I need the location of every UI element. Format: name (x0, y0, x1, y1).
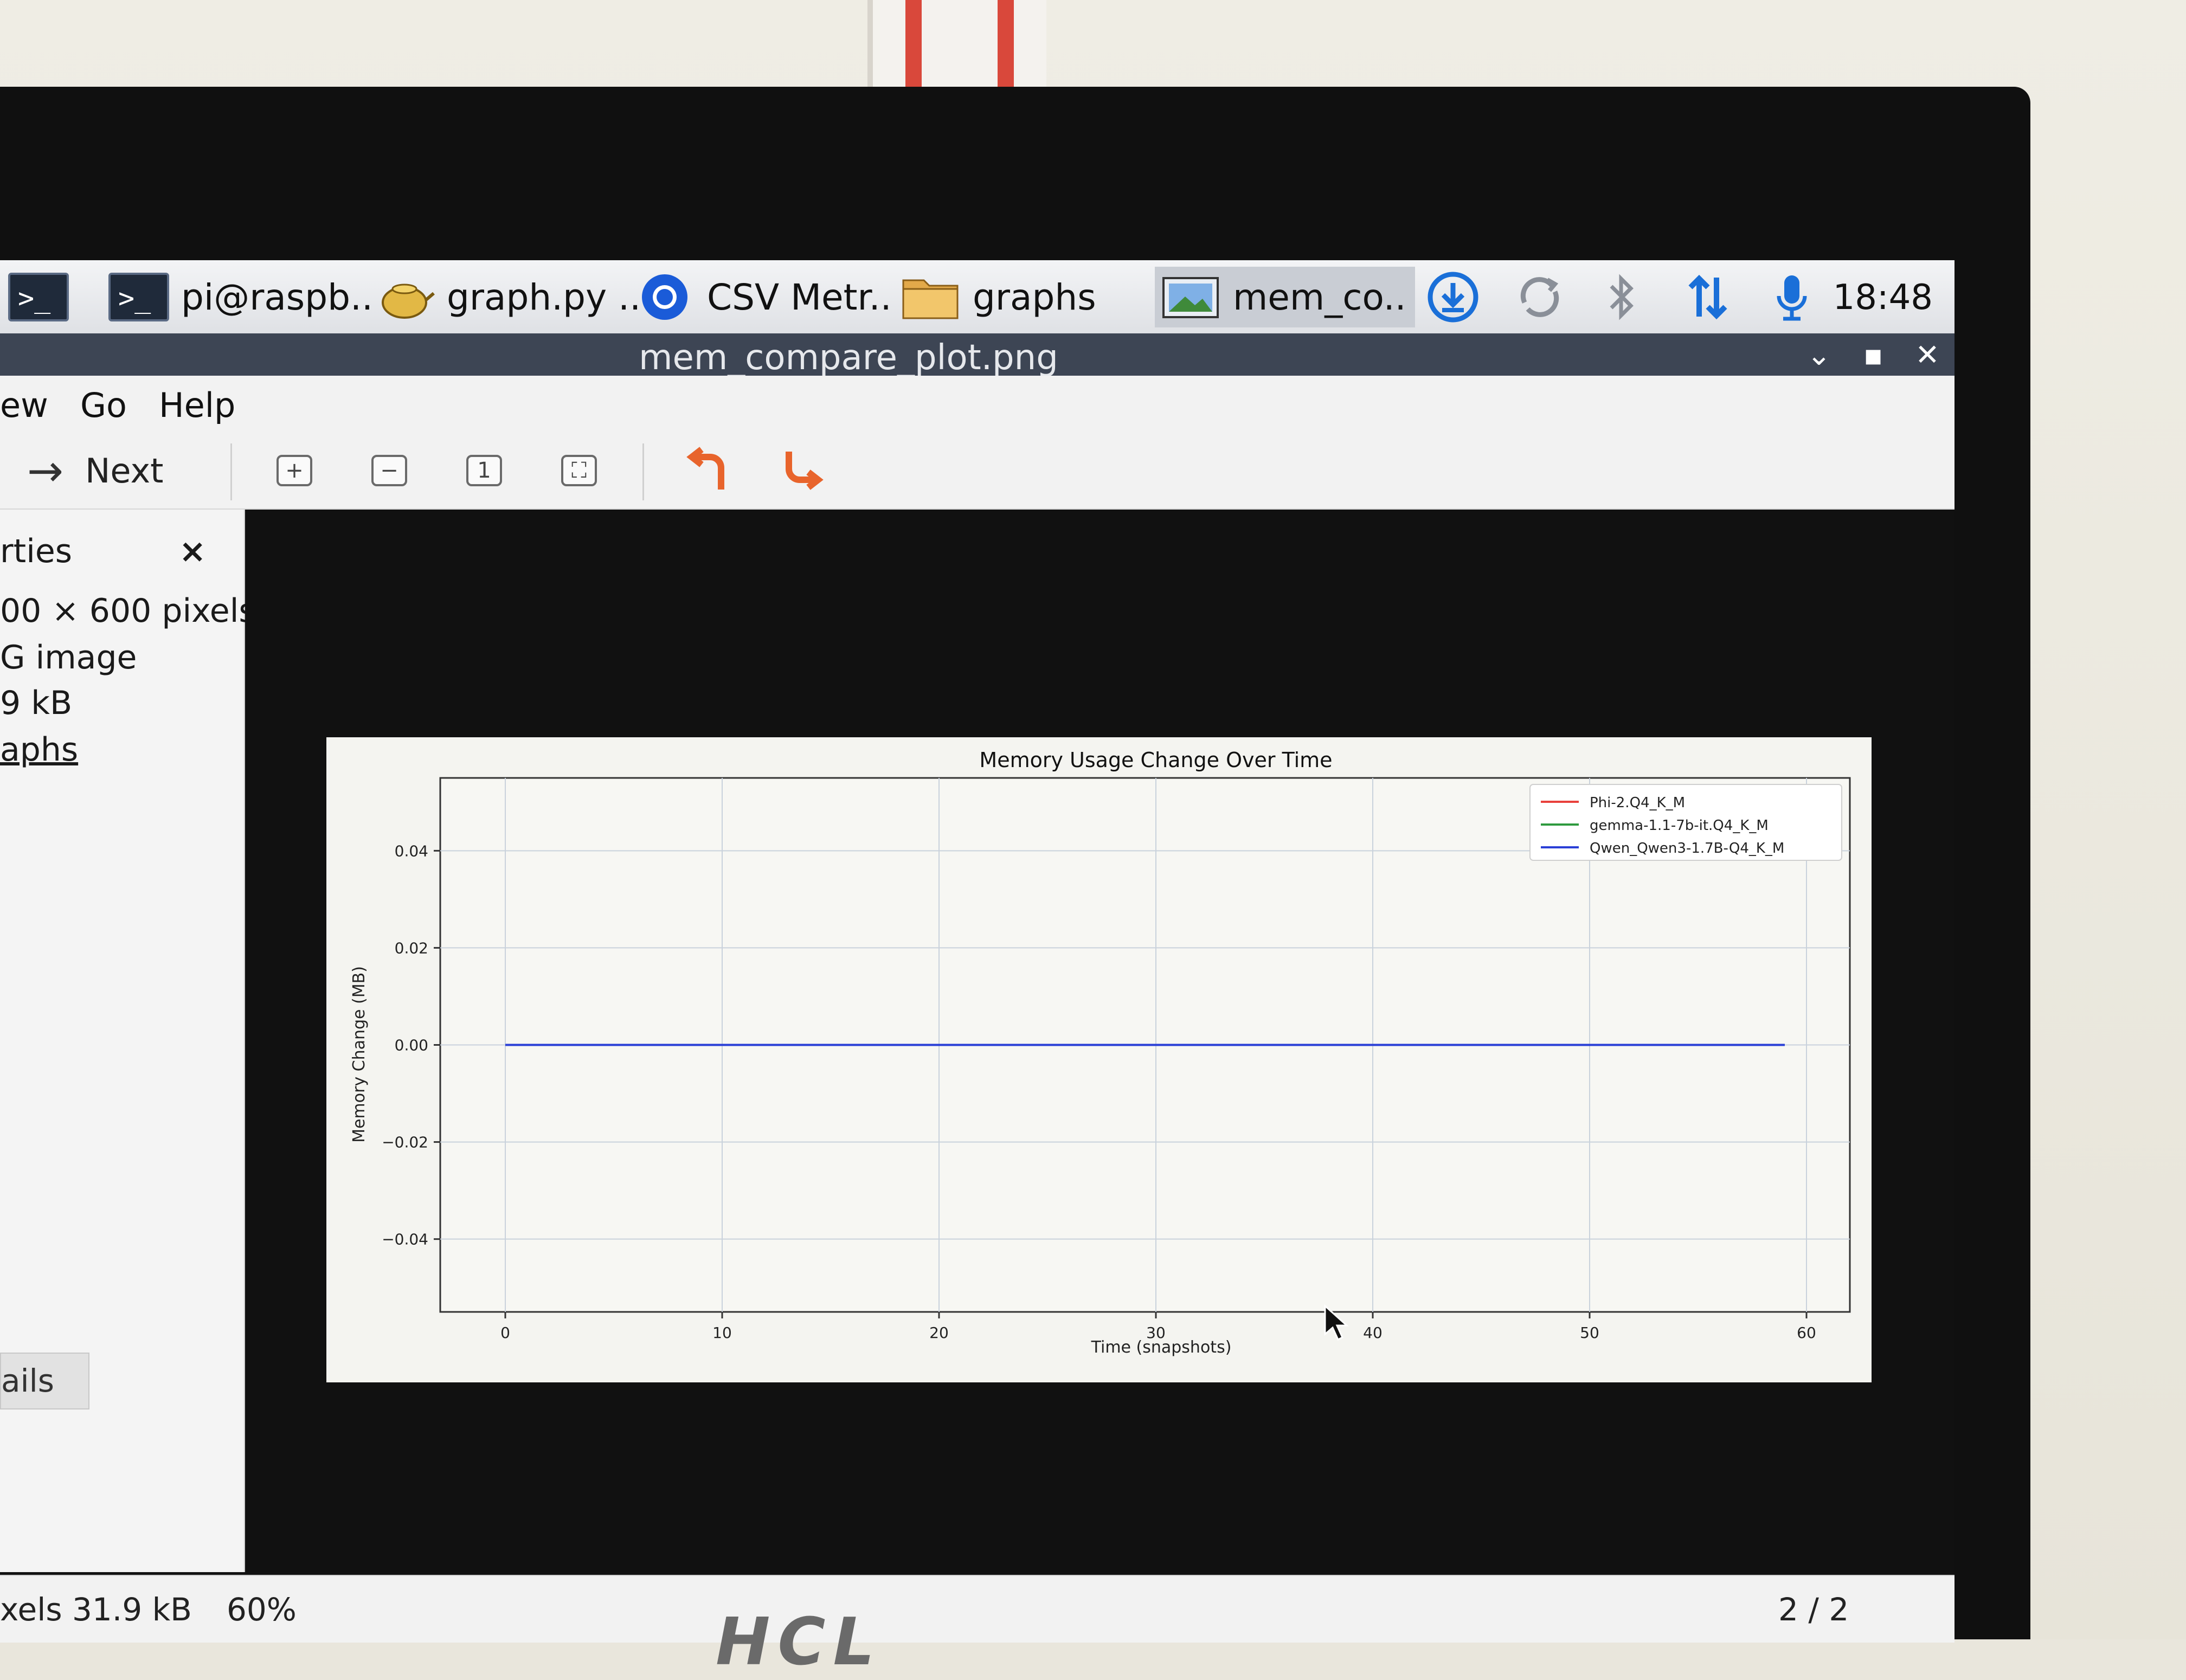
network-icon[interactable] (1678, 270, 1738, 324)
folder-link[interactable]: aphs (0, 731, 78, 769)
image-type: G image (0, 639, 137, 677)
y-tick-label: 0.00 (395, 1037, 428, 1054)
rotate-right-button[interactable] (778, 449, 827, 492)
plot-image: Memory Usage Change Over Time Memory Cha… (326, 737, 1872, 1382)
monitor-brand-logo: HCL (716, 1605, 882, 1680)
task-label: graphs (973, 276, 1096, 318)
task-label: graph.py .. (447, 276, 641, 318)
taskbar-graphs-folder[interactable]: graphs (900, 267, 1096, 327)
legend-label: gemma-1.1-7b-it.Q4_K_M (1590, 818, 1769, 834)
x-tick-label: 40 (1363, 1324, 1383, 1342)
taskbar-terminal-2[interactable]: >_ pi@raspb.. (108, 267, 373, 327)
sidebar-close-icon[interactable]: × (179, 532, 206, 570)
sidebar-header: rties (0, 532, 73, 570)
rotate-left-button[interactable] (683, 447, 732, 492)
details-button[interactable]: ails (0, 1353, 89, 1409)
folder-icon (900, 273, 961, 321)
image-size: 9 kB (0, 684, 73, 722)
task-label: CSV Metr.. (707, 276, 892, 318)
best-fit-icon: ⛶ (561, 455, 597, 486)
window-title: mem_compare_plot.png (639, 338, 1058, 378)
chart-title: Memory Usage Change Over Time (979, 748, 1332, 772)
terminal-icon: >_ (8, 273, 69, 321)
zoom-out-button[interactable]: − (371, 449, 407, 492)
x-tick-label: 60 (1797, 1324, 1816, 1342)
x-tick-label: 50 (1580, 1324, 1599, 1342)
menu-help[interactable]: Help (159, 385, 235, 425)
legend-label: Qwen_Qwen3-1.7B-Q4_K_M (1590, 840, 1784, 857)
task-label: mem_co.. (1233, 276, 1406, 318)
properties-sidebar: rties × 00 × 600 pixels G image 9 kB aph… (0, 510, 256, 1572)
y-axis-label: Memory Change (MB) (350, 966, 369, 1143)
update-icon[interactable] (1423, 270, 1483, 324)
menu-go[interactable]: Go (80, 385, 127, 425)
status-position: 2 / 2 (1778, 1591, 1849, 1628)
task-label: pi@raspb.. (181, 276, 373, 318)
zoom-in-button[interactable]: + (277, 449, 312, 492)
zoom-out-icon: − (371, 455, 407, 486)
window-titlebar: mem_compare_plot.png ⌄ ▪ ✕ (0, 333, 1954, 378)
legend-label: Phi-2.Q4_K_M (1590, 795, 1685, 811)
status-size: xels 31.9 kB (0, 1591, 192, 1628)
maximize-icon[interactable]: ▪ (1854, 339, 1892, 371)
rotate-left-icon (686, 447, 724, 490)
rotate-right-icon (786, 452, 824, 490)
close-icon[interactable]: ✕ (1908, 339, 1946, 371)
y-tick-label: 0.04 (395, 842, 428, 860)
next-button[interactable]: → Next (27, 446, 164, 496)
taskbar-geany[interactable]: graph.py .. (374, 267, 641, 327)
menu-view[interactable]: ew (0, 385, 48, 425)
teapot-icon (374, 273, 435, 321)
image-display-area[interactable]: Memory Usage Change Over Time Memory Cha… (245, 510, 1954, 1572)
next-label: Next (85, 450, 164, 491)
wall-paper-note (867, 0, 1046, 95)
image-viewer-icon (1160, 273, 1221, 321)
microphone-icon[interactable] (1762, 270, 1822, 324)
screen: >_ >_ pi@raspb.. graph.py .. CSV Metr.. (0, 260, 1954, 1643)
bluetooth-icon[interactable] (1591, 270, 1651, 324)
terminal-icon: >_ (108, 273, 169, 321)
x-tick-label: 0 (500, 1324, 510, 1342)
toolbar: → Next + − 1 ⛶ (0, 433, 1954, 510)
x-tick-label: 20 (929, 1324, 949, 1342)
x-tick-label: 10 (712, 1324, 732, 1342)
minimize-icon[interactable]: ⌄ (1800, 339, 1838, 371)
memory-chart: Memory Usage Change Over Time Memory Cha… (350, 748, 1851, 1357)
taskbar-image-viewer[interactable]: mem_co.. (1155, 267, 1415, 327)
taskbar-csv-metr[interactable]: CSV Metr.. (634, 267, 892, 327)
menubar: ew Go Help (0, 376, 1954, 433)
y-tick-label: −0.04 (382, 1231, 428, 1248)
status-zoom: 60% (227, 1591, 297, 1628)
y-tick-label: 0.02 (395, 939, 428, 957)
chromium-icon (634, 273, 695, 321)
normal-size-button[interactable]: 1 (466, 449, 502, 492)
arrow-right-icon: → (27, 445, 64, 496)
image-dimensions: 00 × 600 pixels (0, 592, 256, 630)
monitor-bezel: >_ >_ pi@raspb.. graph.py .. CSV Metr.. (0, 87, 2030, 1643)
zoom-in-icon: + (277, 455, 312, 486)
clock: 18:48 (1833, 278, 1933, 318)
statusbar: xels 31.9 kB 60% 2 / 2 (0, 1575, 1954, 1643)
sync-icon[interactable] (1510, 270, 1570, 324)
normal-size-icon: 1 (466, 455, 502, 486)
taskbar: >_ >_ pi@raspb.. graph.py .. CSV Metr.. (0, 260, 1954, 333)
y-tick-label: −0.02 (382, 1134, 428, 1151)
best-fit-button[interactable]: ⛶ (561, 449, 597, 492)
mouse-cursor-icon (1324, 1304, 1349, 1341)
taskbar-terminal-1[interactable]: >_ (8, 267, 81, 327)
x-tick-label: 30 (1146, 1324, 1166, 1342)
